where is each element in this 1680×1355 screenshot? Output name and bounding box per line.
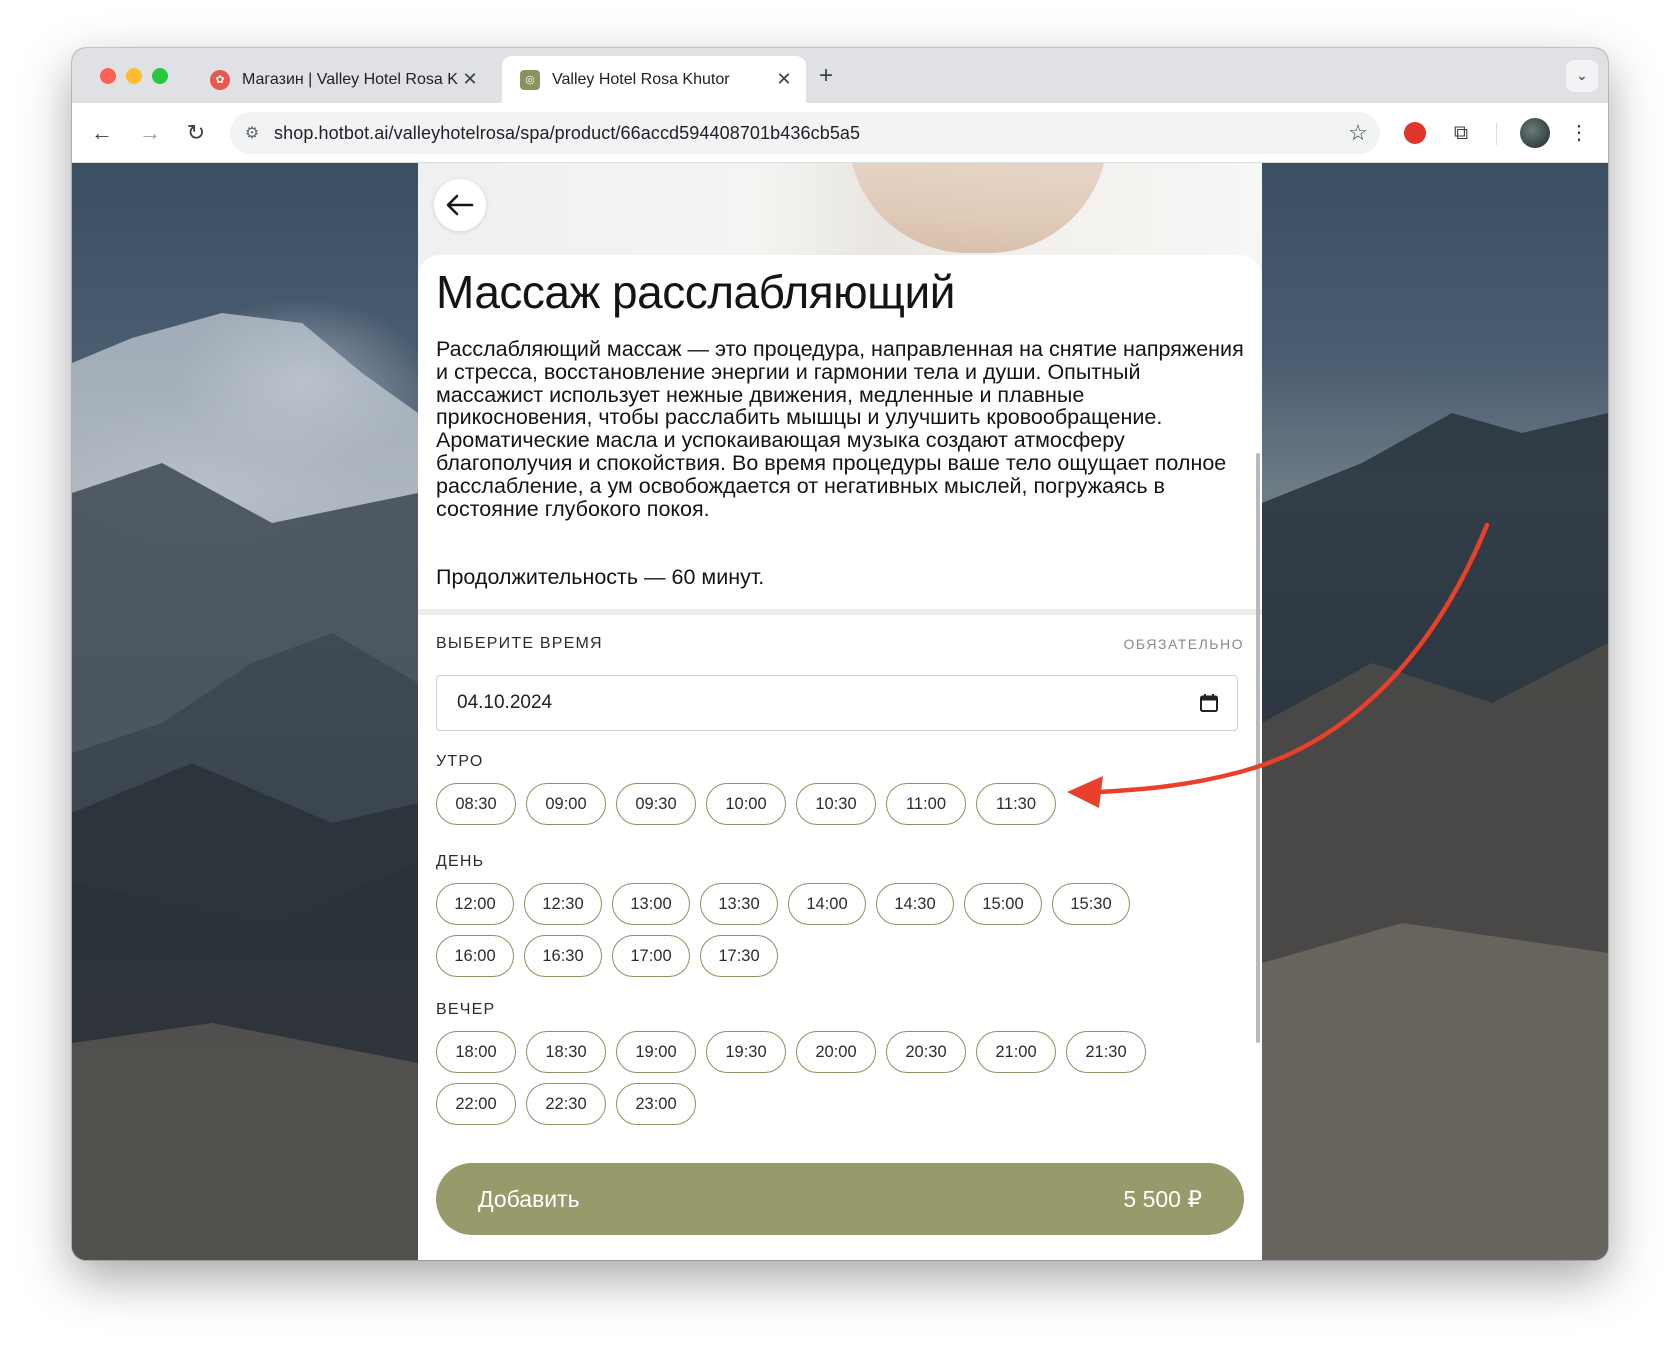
profile-avatar[interactable] xyxy=(1520,118,1550,148)
page-scrollbar[interactable] xyxy=(1256,453,1260,1043)
forward-arrow-icon[interactable]: → xyxy=(134,117,166,149)
tab-title: Valley Hotel Rosa Khutor xyxy=(552,70,730,88)
hero-image-detail xyxy=(848,163,1108,253)
tab-search-chevron-icon[interactable]: ⌄ xyxy=(1566,60,1598,92)
minimize-window-button[interactable] xyxy=(126,68,142,84)
back-button[interactable] xyxy=(434,179,486,231)
browser-toolbar: ← → ↻ ⚙ shop.hotbot.ai/valleyhotelrosa/s… xyxy=(72,103,1608,163)
reload-icon[interactable]: ↻ xyxy=(180,117,212,149)
evening-label: Вечер xyxy=(436,1001,496,1018)
time-slot-button[interactable]: 21:00 xyxy=(976,1031,1056,1073)
shop-favicon-icon: ✿ xyxy=(210,69,230,90)
time-slot-button[interactable]: 11:00 xyxy=(886,783,966,825)
section-divider xyxy=(418,609,1262,615)
site-settings-icon[interactable]: ⚙ xyxy=(230,123,274,143)
time-section-label: Выберите время xyxy=(436,635,603,652)
time-slot-button[interactable]: 12:30 xyxy=(524,883,602,925)
tab-strip: ✿ Магазин | Valley Hotel Rosa K ✕ ◎ Vall… xyxy=(72,48,1608,103)
back-arrow-icon[interactable]: ← xyxy=(86,117,118,149)
time-slot-button[interactable]: 09:00 xyxy=(526,783,606,825)
tab-title: Магазин | Valley Hotel Rosa K xyxy=(242,70,458,88)
add-button-label: Добавить xyxy=(478,1185,580,1212)
maximize-window-button[interactable] xyxy=(152,68,168,84)
time-slot-button[interactable]: 18:00 xyxy=(436,1031,516,1073)
time-slot-button[interactable]: 14:30 xyxy=(876,883,954,925)
morning-slots: 08:30 09:00 09:30 10:00 10:30 11:00 11:30 xyxy=(436,783,1256,835)
time-slot-button[interactable]: 15:30 xyxy=(1052,883,1130,925)
close-window-button[interactable] xyxy=(100,68,116,84)
product-title: Массаж расслабляющий xyxy=(436,266,955,318)
time-slot-button[interactable]: 12:00 xyxy=(436,883,514,925)
date-input[interactable]: 04.10.2024 xyxy=(436,675,1238,731)
time-slot-button[interactable]: 22:00 xyxy=(436,1083,516,1125)
required-label: Обязательно xyxy=(1123,636,1244,652)
tab-shop[interactable]: ✿ Магазин | Valley Hotel Rosa K ✕ xyxy=(192,56,492,103)
product-sheet: Массаж расслабляющий Расслабляющий масса… xyxy=(418,255,1262,1260)
browser-window: ✿ Магазин | Valley Hotel Rosa K ✕ ◎ Vall… xyxy=(72,48,1608,1260)
day-slots: 12:00 12:30 13:00 13:30 14:00 14:30 15:00 15:30… xyxy=(436,883,1146,987)
calendar-icon[interactable] xyxy=(1199,693,1219,713)
day-label: День xyxy=(436,853,485,870)
bookmark-star-icon[interactable]: ☆ xyxy=(1336,120,1380,146)
time-slot-button[interactable]: 11:30 xyxy=(976,783,1056,825)
close-tab-icon[interactable]: ✕ xyxy=(772,69,796,90)
time-slot-button[interactable]: 22:30 xyxy=(526,1083,606,1125)
time-slot-button[interactable]: 10:30 xyxy=(796,783,876,825)
browser-menu-icon[interactable]: ⋮ xyxy=(1564,118,1594,148)
toolbar-divider xyxy=(1496,123,1497,145)
morning-label: Утро xyxy=(436,753,484,770)
extensions-puzzle-icon[interactable]: ⧉ xyxy=(1446,118,1476,148)
time-slot-button[interactable]: 09:30 xyxy=(616,783,696,825)
new-tab-button[interactable]: + xyxy=(812,62,840,90)
time-slot-button[interactable]: 16:30 xyxy=(524,935,602,977)
close-tab-icon[interactable]: ✕ xyxy=(458,69,482,90)
hotel-favicon-icon: ◎ xyxy=(520,69,540,90)
tab-hotel[interactable]: ◎ Valley Hotel Rosa Khutor ✕ xyxy=(502,56,806,103)
time-slot-button[interactable]: 18:30 xyxy=(526,1031,606,1073)
back-arrow-icon xyxy=(446,194,474,216)
time-slot-button[interactable]: 21:30 xyxy=(1066,1031,1146,1073)
url-text[interactable]: shop.hotbot.ai/valleyhotelrosa/spa/produ… xyxy=(274,123,1336,144)
evening-slots: 18:00 18:30 19:00 19:30 20:00 20:30 21:00 21:30… xyxy=(436,1031,1156,1135)
time-slot-button[interactable]: 17:00 xyxy=(612,935,690,977)
time-slot-button[interactable]: 15:00 xyxy=(964,883,1042,925)
time-slot-button[interactable]: 20:00 xyxy=(796,1031,876,1073)
time-slot-button[interactable]: 13:30 xyxy=(700,883,778,925)
product-panel: Массаж расслабляющий Расслабляющий масса… xyxy=(418,163,1262,1260)
time-slot-button[interactable]: 20:30 xyxy=(886,1031,966,1073)
add-to-cart-button[interactable]: Добавить 5 500 ₽ xyxy=(436,1163,1244,1235)
product-description: Расслабляющий массаж — это процедура, на… xyxy=(436,337,1244,521)
page-background: Массаж расслабляющий Расслабляющий масса… xyxy=(72,163,1608,1260)
product-duration: Продолжительность — 60 минут. xyxy=(436,565,765,589)
time-slot-button[interactable]: 13:00 xyxy=(612,883,690,925)
adblock-extension-icon[interactable] xyxy=(1400,118,1430,148)
time-slot-button[interactable]: 14:00 xyxy=(788,883,866,925)
time-slot-button[interactable]: 08:30 xyxy=(436,783,516,825)
add-button-price: 5 500 ₽ xyxy=(1123,1185,1202,1212)
time-slot-button[interactable]: 17:30 xyxy=(700,935,778,977)
date-value[interactable]: 04.10.2024 xyxy=(457,692,552,714)
time-slot-button[interactable]: 16:00 xyxy=(436,935,514,977)
address-bar[interactable]: ⚙ shop.hotbot.ai/valleyhotelrosa/spa/pro… xyxy=(230,112,1380,154)
time-slot-button[interactable]: 10:00 xyxy=(706,783,786,825)
time-slot-button[interactable]: 23:00 xyxy=(616,1083,696,1125)
time-slot-button[interactable]: 19:00 xyxy=(616,1031,696,1073)
time-slot-button[interactable]: 19:30 xyxy=(706,1031,786,1073)
